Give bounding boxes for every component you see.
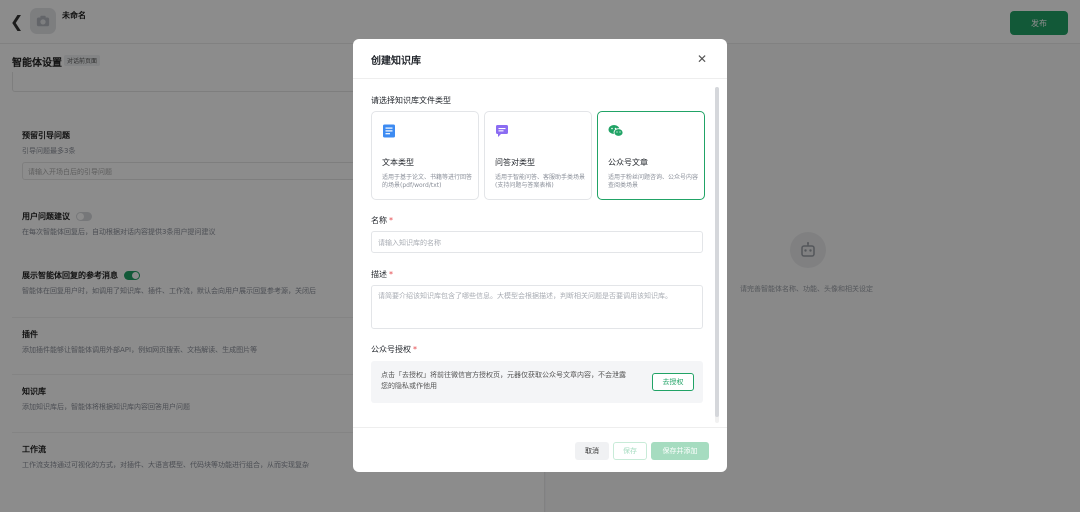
auth-notice: 点击「去授权」将前往微信官方授权页，元器仅获取公众号文章内容，不会泄露您的隐私或… [381,371,626,390]
card-desc: 适用于基于论文、书籍等进行回答的场景(pdf/word/txt) [382,174,473,189]
card-desc: 适用于智能问答、客服助手类场景(支持问题与答案表格) [495,174,586,189]
dialog-header: 创建知识库 ✕ [353,39,727,79]
card-desc: 适用于粉丝问题咨询、公众号内容查阅类场景 [608,174,699,189]
create-knowledge-base-dialog: 创建知识库 ✕ 请选择知识库文件类型 文本类型 适用于基于论文、书籍等进行回答的… [353,39,727,472]
wechat-icon [608,125,624,137]
cancel-button[interactable]: 取消 [575,442,609,460]
save-button[interactable]: 保存 [613,442,647,460]
card-title: 公众号文章 [608,158,648,167]
description-label: 描述 * [371,269,393,280]
card-title: 问答对类型 [495,158,535,167]
dialog-footer: 取消 保存 保存并添加 [353,427,727,472]
required-mark: * [413,345,417,354]
chat-bubble-icon [496,125,508,137]
type-card-text[interactable]: 文本类型 适用于基于论文、书籍等进行回答的场景(pdf/word/txt) [371,111,479,200]
card-title: 文本类型 [382,158,414,167]
document-icon [383,124,395,138]
wechat-auth-label-text: 公众号授权 [371,345,411,354]
dialog-title: 创建知识库 [371,56,421,67]
description-input[interactable]: 请简要介绍该知识库包含了哪些信息。大模型会根据描述，判断相关问题是否要调用该知识… [371,285,703,329]
wechat-auth-box: 点击「去授权」将前往微信官方授权页，元器仅获取公众号文章内容，不会泄露您的隐私或… [371,361,703,403]
close-icon[interactable]: ✕ [695,52,709,66]
required-mark: * [389,216,393,225]
required-mark: * [389,270,393,279]
authorize-button[interactable]: 去授权 [652,373,694,391]
name-input[interactable]: 请输入知识库的名称 [371,231,703,253]
save-and-add-button[interactable]: 保存并添加 [651,442,709,460]
description-label-text: 描述 [371,270,387,279]
type-card-wechat-article[interactable]: 公众号文章 适用于粉丝问题咨询、公众号内容查阅类场景 [597,111,705,200]
wechat-auth-label: 公众号授权 * [371,344,417,355]
type-card-qa[interactable]: 问答对类型 适用于智能问答、客服助手类场景(支持问题与答案表格) [484,111,592,200]
name-label: 名称 * [371,215,393,226]
name-label-text: 名称 [371,216,387,225]
scrollbar-thumb[interactable] [715,87,719,417]
type-label: 请选择知识库文件类型 [371,96,451,105]
